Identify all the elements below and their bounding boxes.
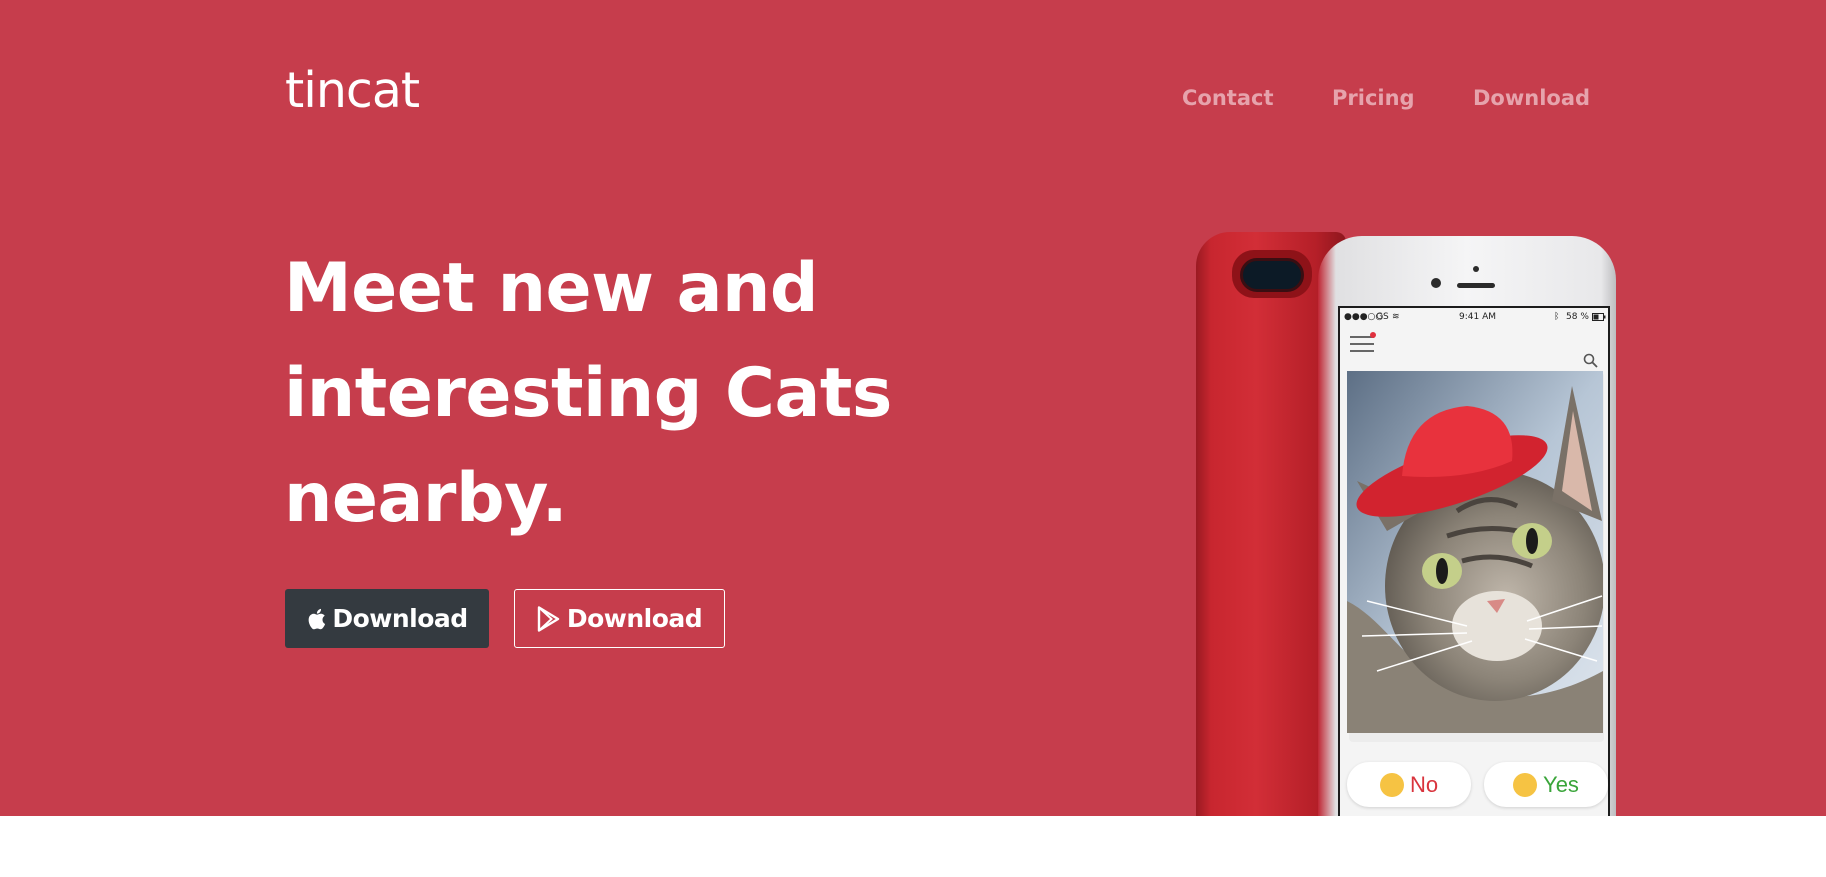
phone-status-bar: ●●●○○ GS ≋ 9:41 AM ᛒ 58 % (1344, 312, 1606, 326)
hero-headline: Meet new and interesting Cats nearby. (284, 236, 984, 551)
wifi-icon: ≋ (1392, 312, 1400, 322)
app-menu-icon[interactable] (1350, 336, 1374, 357)
app-store-download-button[interactable]: Download (285, 589, 489, 648)
status-carrier: GS (1376, 312, 1389, 322)
cat-profile-photo[interactable] (1347, 371, 1603, 733)
no-button[interactable]: No (1347, 762, 1471, 807)
search-icon[interactable] (1583, 353, 1598, 368)
nav-contact[interactable]: Contact (1182, 86, 1274, 110)
nav-pricing[interactable]: Pricing (1332, 86, 1415, 110)
yes-button[interactable]: Yes (1484, 762, 1608, 807)
no-label: No (1409, 771, 1439, 797)
battery-icon (1592, 313, 1606, 324)
sad-cat-icon (1379, 772, 1404, 797)
headline-line-1: Meet new and (284, 249, 819, 328)
phone-sensor (1473, 266, 1479, 272)
notification-dot (1370, 332, 1376, 338)
bluetooth-icon: ᛒ (1554, 312, 1560, 322)
google-play-download-button[interactable]: Download (514, 589, 725, 648)
status-time: 9:41 AM (1459, 312, 1496, 322)
happy-cat-icon (1513, 772, 1538, 797)
brand-logo[interactable]: tincat (285, 66, 420, 115)
google-play-icon (537, 605, 560, 632)
nav-download[interactable]: Download (1473, 86, 1590, 110)
google-play-download-label: Download (566, 604, 703, 633)
headline-line-3: nearby. (284, 459, 568, 538)
yes-label: Yes (1543, 771, 1579, 797)
phone-speaker (1457, 283, 1495, 288)
status-battery: 58 % (1566, 312, 1589, 322)
hero-section: tincat Contact Pricing Download Meet new… (0, 0, 1826, 816)
app-store-download-label: Download (332, 604, 468, 633)
front-camera (1431, 278, 1441, 288)
headline-line-2: interesting Cats (284, 354, 892, 433)
rear-camera-lens (1240, 258, 1304, 292)
apple-icon (308, 608, 326, 629)
